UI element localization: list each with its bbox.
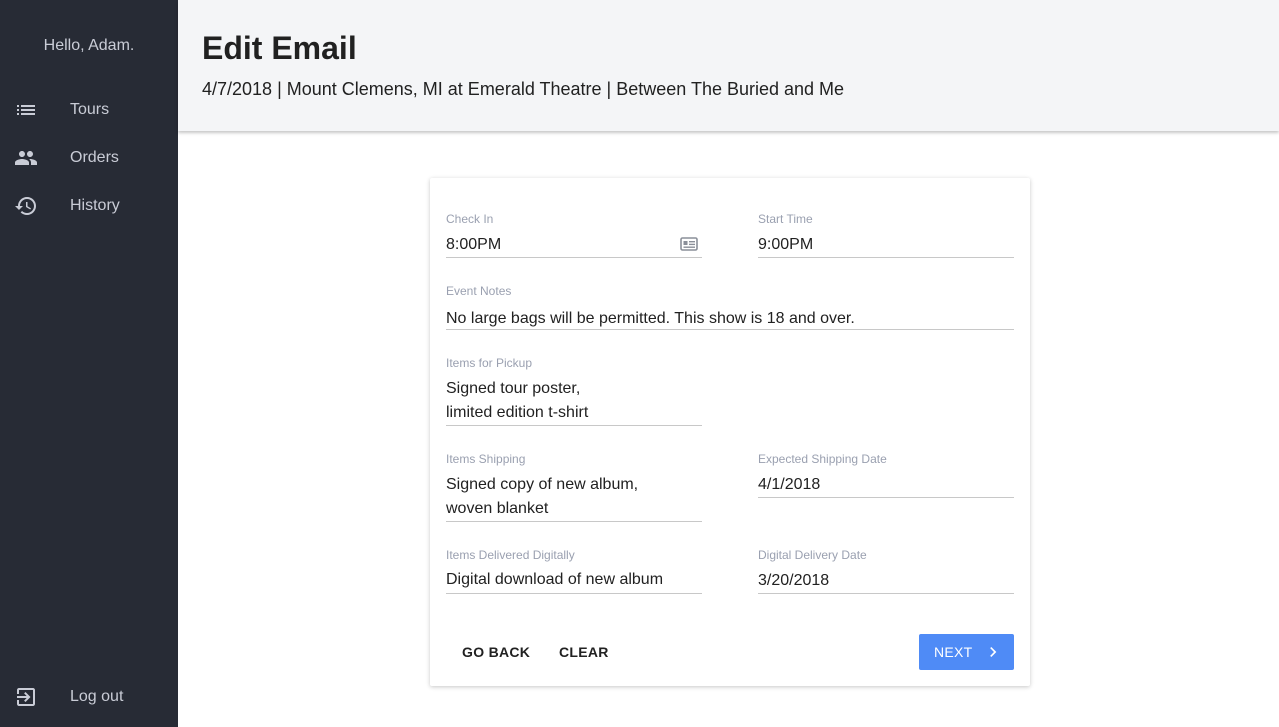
field-label: Start Time xyxy=(758,212,813,226)
field-label: Items Delivered Digitally xyxy=(446,548,575,562)
sidebar-item-label: Orders xyxy=(70,149,119,166)
field-value: 3/20/2018 xyxy=(758,572,830,589)
event-subtitle: 4/7/2018 | Mount Clemens, MI at Emerald … xyxy=(202,79,845,99)
list-icon xyxy=(17,105,35,115)
sidebar-item-history[interactable]: History xyxy=(0,186,178,226)
chevron-right-icon xyxy=(990,647,997,657)
go-back-button[interactable]: GO BACK xyxy=(446,634,546,670)
field-label: Event Notes xyxy=(446,284,512,298)
logout-button[interactable]: Log out xyxy=(0,677,178,717)
field-value: Digital download of new album xyxy=(446,571,664,588)
field-value: 9:00PM xyxy=(758,236,814,253)
items-digital-field[interactable]: Items Delivered Digitally Digital downlo… xyxy=(446,548,702,594)
field-value: 4/1/2018 xyxy=(758,476,821,493)
page-header: Edit Email 4/7/2018 | Mount Clemens, MI … xyxy=(178,0,1279,131)
next-button[interactable]: NEXT xyxy=(919,634,1014,670)
sidebar-item-orders[interactable]: Orders xyxy=(0,138,178,178)
sidebar: Hello, Adam. Tours Orders History Log ou… xyxy=(0,0,178,727)
field-value: No large bags will be permitted. This sh… xyxy=(446,310,855,327)
edit-email-form: Check In 8:00PM Start Time 9:00PM Event … xyxy=(430,178,1030,686)
logout-icon xyxy=(17,688,35,706)
field-label: Items for Pickup xyxy=(446,356,533,370)
digital-delivery-date-field[interactable]: Digital Delivery Date 3/20/2018 xyxy=(758,548,1014,594)
clear-button[interactable]: CLEAR xyxy=(543,634,625,670)
field-label: Digital Delivery Date xyxy=(758,548,867,562)
page-title: Edit Email xyxy=(202,30,357,66)
start-time-field[interactable]: Start Time 9:00PM xyxy=(758,212,1014,258)
sidebar-item-label: History xyxy=(70,197,120,214)
field-label: Expected Shipping Date xyxy=(758,452,887,466)
logout-label: Log out xyxy=(70,688,124,705)
greeting: Hello, Adam. xyxy=(43,37,135,54)
sidebar-item-label: Tours xyxy=(70,101,110,118)
field-label: Items Shipping xyxy=(446,452,526,466)
event-notes-field[interactable]: Event Notes No large bags will be permit… xyxy=(446,284,1014,330)
history-icon xyxy=(15,197,36,215)
items-shipping-field[interactable]: Items Shipping Signed copy of new album,… xyxy=(446,452,702,522)
expected-shipping-date-field[interactable]: Expected Shipping Date 4/1/2018 xyxy=(758,452,1014,498)
items-pickup-field[interactable]: Items for Pickup Signed tour poster, lim… xyxy=(446,356,702,426)
id-card-icon[interactable] xyxy=(680,236,698,252)
field-value: Signed tour poster, limited edition t-sh… xyxy=(446,380,589,421)
field-value: 8:00PM xyxy=(446,236,502,253)
next-label: NEXT xyxy=(934,644,973,660)
field-value: Signed copy of new album, woven blanket xyxy=(446,476,639,517)
check-in-field[interactable]: Check In 8:00PM xyxy=(446,212,702,258)
field-label: Check In xyxy=(446,212,494,226)
people-icon xyxy=(15,151,37,165)
sidebar-item-tours[interactable]: Tours xyxy=(0,90,178,130)
